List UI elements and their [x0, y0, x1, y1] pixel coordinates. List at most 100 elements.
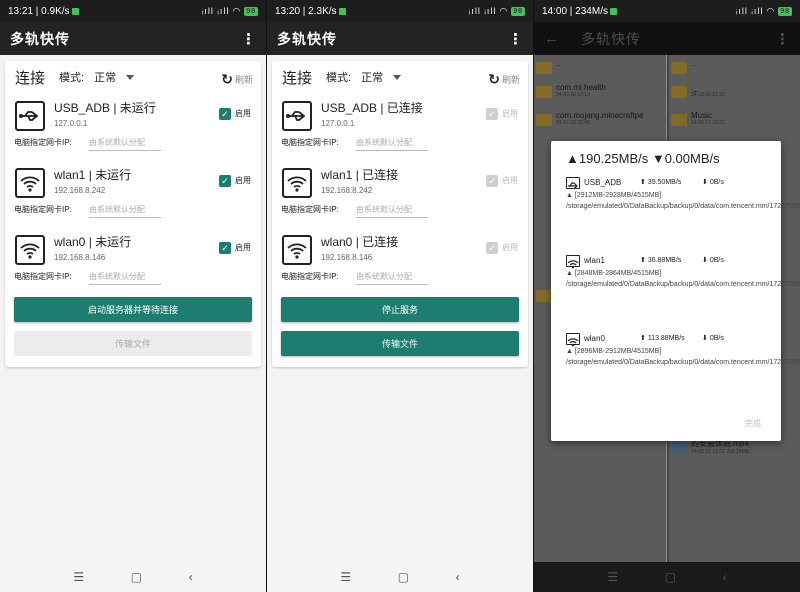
transfer-files-button[interactable]: 传输文件	[14, 331, 252, 356]
mode-select[interactable]: 正常	[361, 69, 383, 85]
pc-ip-input[interactable]: 由系统默认分配	[356, 204, 428, 218]
transfer-wlan0: wlan0 ⬆ 113.88MB/s ⬇ 0B/s ▲ [2896MB-2912…	[566, 333, 800, 413]
interface-ip: 192.168.8.146	[54, 253, 106, 262]
phone-screen-2: 13:20 | 2.3K/s ᵢıll ᵢıll ◠ 98 多轨快传 ⋮ 连接 模式…	[267, 0, 533, 592]
content-area: 连接 模式: 正常 ↻ 刷新 USB_ADB | 未运行 127.0.0.1 ✓ …	[0, 55, 266, 562]
pc-ip-input[interactable]: 由系统默认分配	[89, 271, 161, 285]
download-value: 0B/s	[709, 257, 724, 264]
upload-speed: ⬆ 113.88MB/s	[640, 335, 685, 342]
nav-bar: ☰ ▢ ‹	[0, 562, 266, 592]
app-bar: 多轨快传 ⋮	[0, 22, 266, 55]
interface-name: wlan0 | 未运行	[54, 235, 132, 249]
total-speed: ▲190.25MB/s ▼0.00MB/s	[566, 151, 720, 166]
chevron-down-icon[interactable]	[126, 74, 135, 80]
pc-ip-label: 电脑指定网卡IP:	[14, 272, 72, 281]
connection-card: 连接 模式: 正常 ↻ 刷新 USB_ADB | 已连接 127.0.0.1 ✓ …	[272, 61, 528, 367]
interface-wlan0: wlan0 | 未运行 192.168.8.146 ✓ 启用 电脑指定网卡IP:…	[5, 231, 261, 297]
done-button[interactable]: 完成	[745, 418, 761, 429]
stop-service-button[interactable]: 停止服务	[281, 297, 519, 322]
app-bar: 多轨快传 ⋮	[267, 22, 533, 55]
content-area: 连接 模式: 正常 ↻ 刷新 USB_ADB | 已连接 127.0.0.1 ✓ …	[267, 55, 533, 562]
signal-icon: ᵢıll ᵢıll ◠ 98	[202, 6, 258, 17]
nav-bar: ☰ ▢ ‹	[534, 562, 800, 592]
interface-wlan1: wlan1 | 已连接 192.168.8.242 ✓ 启用 电脑指定网卡IP:…	[272, 164, 528, 230]
upload-value: 39.50MB/s	[647, 179, 682, 186]
enable-checkbox[interactable]: ✓	[486, 175, 498, 187]
status-time: 13:20 | 2.3K/s	[275, 5, 337, 17]
wifi-icon: ◠	[499, 5, 509, 16]
usb-icon	[282, 101, 312, 131]
menu-nav-icon[interactable]: ☰	[73, 570, 84, 584]
refresh-icon: ↻	[221, 71, 233, 87]
battery-icon: 98	[511, 6, 525, 16]
enable-checkbox[interactable]: ✓	[486, 108, 498, 120]
start-server-button[interactable]: 启动服务器并等待连接	[14, 297, 252, 322]
transfer-path: ▲ [2912MB-2928MB/4515MB] /storage/emulat…	[566, 192, 800, 210]
enable-checkbox[interactable]: ✓	[219, 242, 231, 254]
interface-name: wlan1 | 未运行	[54, 168, 132, 182]
phone-screen-1: 13:21 | 0.9K/s ᵢıll ᵢıll ◠ 98 多轨快传 ⋮ 连接 模式…	[0, 0, 266, 592]
back-nav-icon[interactable]: ‹	[189, 570, 193, 584]
menu-nav-icon[interactable]: ☰	[607, 570, 618, 584]
interface-ip: 127.0.0.1	[321, 119, 355, 128]
wifi-icon	[566, 333, 580, 347]
pc-ip-input[interactable]: 由系统默认分配	[89, 204, 161, 218]
pc-ip-label: 电脑指定网卡IP:	[281, 272, 339, 281]
interface-name: USB_ADB | 未运行	[54, 101, 156, 115]
enable-checkbox[interactable]: ✓	[219, 175, 231, 187]
signal-text: ᵢıll ᵢıll	[736, 6, 764, 16]
enable-checkbox[interactable]: ✓	[219, 108, 231, 120]
download-value: 0B/s	[709, 335, 724, 342]
interface-name: wlan0 | 已连接	[321, 235, 399, 249]
mode-select[interactable]: 正常	[94, 69, 116, 85]
usb-icon	[566, 177, 580, 190]
wifi-icon: ◠	[232, 5, 242, 16]
home-nav-icon[interactable]: ▢	[398, 570, 409, 584]
interface-wlan0: wlan0 | 已连接 192.168.8.146 ✓ 启用 电脑指定网卡IP:…	[272, 231, 528, 297]
pc-ip-input[interactable]: 由系统默认分配	[89, 137, 161, 151]
wifi-icon	[282, 168, 312, 198]
back-nav-icon[interactable]: ‹	[456, 570, 460, 584]
enable-checkbox[interactable]: ✓	[486, 242, 498, 254]
usb-icon	[15, 101, 45, 131]
enable-label: 启用	[235, 109, 251, 118]
signal-text: ᵢıll ᵢıll	[469, 6, 497, 16]
home-nav-icon[interactable]: ▢	[131, 570, 142, 584]
pc-ip-input[interactable]: 由系统默认分配	[356, 271, 428, 285]
transfer-files-button[interactable]: 传输文件	[281, 331, 519, 356]
wifi-icon: ◠	[766, 5, 776, 16]
wifi-icon	[15, 235, 45, 265]
menu-nav-icon[interactable]: ☰	[340, 570, 351, 584]
nav-bar: ☰ ▢ ‹	[267, 562, 533, 592]
overflow-menu-icon[interactable]: ⋮	[241, 30, 256, 48]
signal-icon: ᵢıll ᵢıll ◠ 98	[469, 6, 525, 17]
wifi-icon	[282, 235, 312, 265]
interface-ip: 127.0.0.1	[54, 119, 88, 128]
app-title: 多轨快传	[277, 30, 337, 47]
chevron-down-icon[interactable]	[393, 74, 402, 80]
back-nav-icon[interactable]: ‹	[723, 570, 727, 584]
refresh-button[interactable]: ↻ 刷新	[488, 71, 520, 88]
signal-text: ᵢıll ᵢıll	[202, 6, 230, 16]
refresh-button[interactable]: ↻ 刷新	[221, 71, 253, 88]
overflow-menu-icon[interactable]: ⋮	[508, 30, 523, 48]
interface-ip: 192.168.8.146	[321, 253, 373, 262]
battery-icon: 98	[778, 6, 792, 16]
transfer-iface: USB_ADB	[584, 178, 622, 187]
download-speed: ⬇ 0B/s	[702, 257, 724, 264]
status-time: 13:21 | 0.9K/s	[8, 5, 70, 17]
transfer-iface: wlan1	[584, 256, 605, 265]
home-nav-icon[interactable]: ▢	[665, 570, 676, 584]
wifi-icon	[15, 168, 45, 198]
download-speed: ⬇ 0B/s	[702, 335, 724, 342]
transfer-progress-dialog: ▲190.25MB/s ▼0.00MB/s USB_ADB ⬆ 39.50MB/…	[551, 141, 800, 441]
pc-ip-input[interactable]: 由系统默认分配	[356, 137, 428, 151]
signal-icon: ᵢıll ᵢıll ◠ 98	[736, 6, 792, 17]
interface-ip: 192.168.8.242	[321, 186, 373, 195]
notification-icon	[338, 7, 346, 15]
app-title: 多轨快传	[10, 30, 70, 47]
upload-value: 36.88MB/s	[647, 257, 682, 264]
transfer-usb-adb: USB_ADB ⬆ 39.50MB/s ⬇ 0B/s ▲ [2912MB-292…	[566, 177, 800, 257]
mode-label: 模式:	[326, 72, 352, 84]
download-speed: ⬇ 0B/s	[702, 179, 724, 186]
